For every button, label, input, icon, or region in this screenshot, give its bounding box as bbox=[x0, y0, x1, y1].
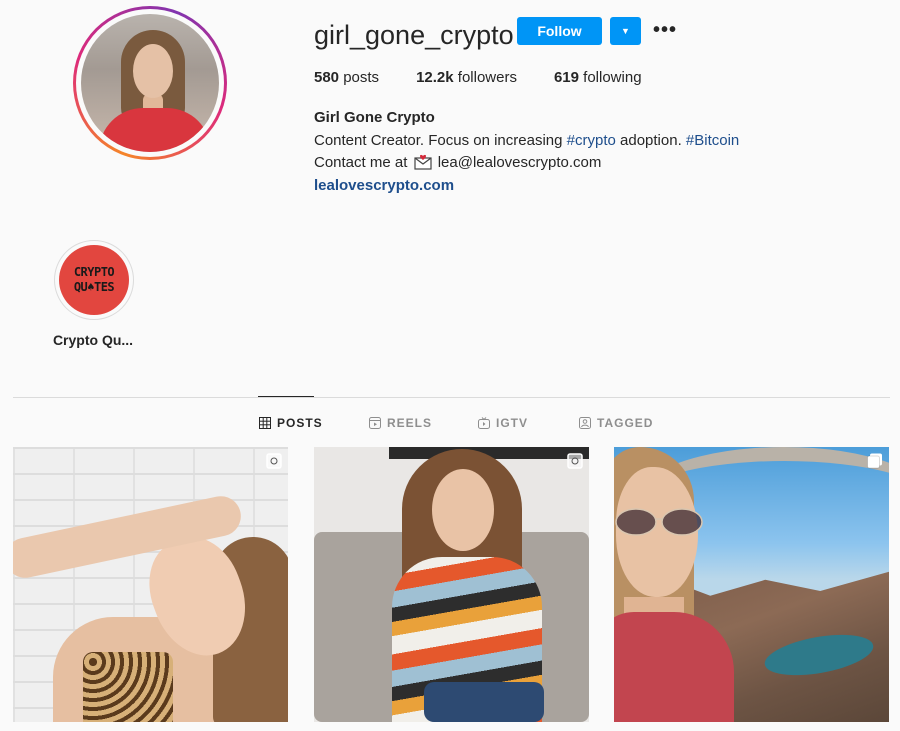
profile-bio: Girl Gone Crypto Content Creator. Focus … bbox=[314, 107, 739, 197]
post-thumbnail[interactable] bbox=[13, 447, 288, 722]
active-tab-indicator bbox=[258, 396, 314, 397]
igtv-icon bbox=[478, 417, 490, 429]
follow-button[interactable]: Follow bbox=[517, 17, 602, 45]
grid-icon bbox=[259, 417, 271, 429]
ellipsis-icon: ••• bbox=[653, 18, 678, 41]
posts-stat: 580 posts bbox=[314, 69, 379, 86]
bio-website-link[interactable]: lealovescrypto.com bbox=[314, 175, 739, 198]
followers-label: followers bbox=[453, 69, 517, 86]
avatar-inner bbox=[76, 9, 224, 157]
hashtag-crypto[interactable]: #crypto bbox=[567, 132, 616, 149]
sunglasses-graphic bbox=[615, 508, 703, 536]
more-options-button[interactable]: ••• bbox=[653, 18, 678, 41]
post-subject-shirt bbox=[614, 612, 734, 722]
tab-label: TAGGED bbox=[597, 416, 654, 430]
tab-reels[interactable]: REELS bbox=[369, 416, 432, 430]
bio-text: Contact me at bbox=[314, 154, 412, 171]
followers-stat[interactable]: 12.2k followers bbox=[416, 69, 517, 86]
suggested-accounts-button[interactable]: ▼ bbox=[610, 17, 641, 45]
hashtag-bitcoin[interactable]: #Bitcoin bbox=[686, 132, 739, 149]
post-thumbnail[interactable] bbox=[314, 447, 589, 722]
post-subject-top bbox=[83, 652, 173, 722]
post-subject-face bbox=[432, 469, 494, 551]
following-label: following bbox=[579, 69, 642, 86]
profile-username: girl_gone_crypto bbox=[314, 20, 514, 50]
tab-label: POSTS bbox=[277, 416, 323, 430]
highlight-label: Crypto Qu... bbox=[52, 332, 134, 348]
following-stat[interactable]: 619 following bbox=[554, 69, 642, 86]
highlight-ring: CRYPTO QU♠TES bbox=[54, 240, 134, 320]
tagged-icon bbox=[579, 417, 591, 429]
tab-label: IGTV bbox=[496, 416, 529, 430]
profile-avatar[interactable] bbox=[73, 6, 227, 160]
tab-label: REELS bbox=[387, 416, 433, 430]
profile-tabs: POSTS REELS IGTV TAGGED bbox=[0, 416, 900, 432]
story-highlight[interactable]: CRYPTO QU♠TES Crypto Qu... bbox=[52, 240, 134, 348]
avatar-jacket bbox=[99, 108, 211, 152]
photo-icon bbox=[567, 453, 583, 469]
following-count: 619 bbox=[553, 69, 579, 86]
avatar-face bbox=[133, 44, 173, 98]
post-subject-jeans bbox=[424, 682, 544, 722]
bio-display-name: Girl Gone Crypto bbox=[314, 109, 435, 126]
chevron-down-icon: ▼ bbox=[621, 26, 630, 36]
post-thumbnail[interactable] bbox=[614, 447, 889, 722]
highlight-cover-line2: QU♠TES bbox=[73, 280, 115, 294]
bio-text: Content Creator. Focus on increasing bbox=[314, 131, 567, 149]
highlight-cover-line1: CRYPTO bbox=[73, 265, 115, 279]
tab-igtv[interactable]: IGTV bbox=[478, 416, 528, 430]
bio-email: lea@lealovescrypto.com bbox=[437, 154, 602, 171]
posts-label: posts bbox=[339, 69, 380, 86]
profile-stats: 580 posts 12.2k followers 619 following bbox=[314, 69, 679, 86]
followers-count: 12.2k bbox=[416, 69, 454, 86]
tab-posts[interactable]: POSTS bbox=[259, 416, 323, 430]
reels-icon bbox=[369, 417, 381, 429]
bio-text: adoption. bbox=[615, 131, 686, 149]
tab-tagged[interactable]: TAGGED bbox=[579, 416, 653, 430]
photo-icon bbox=[266, 453, 282, 469]
envelope-icon bbox=[413, 154, 432, 170]
bio-line-2: Contact me at lea@lealovescrypto.com bbox=[314, 152, 739, 175]
tabs-divider bbox=[13, 397, 890, 398]
bio-line-1: Content Creator. Focus on increasing #cr… bbox=[314, 130, 739, 153]
avatar-image bbox=[81, 14, 219, 152]
carousel-icon bbox=[867, 453, 882, 469]
highlight-cover: CRYPTO QU♠TES bbox=[59, 245, 129, 315]
posts-count: 580 bbox=[314, 69, 340, 86]
